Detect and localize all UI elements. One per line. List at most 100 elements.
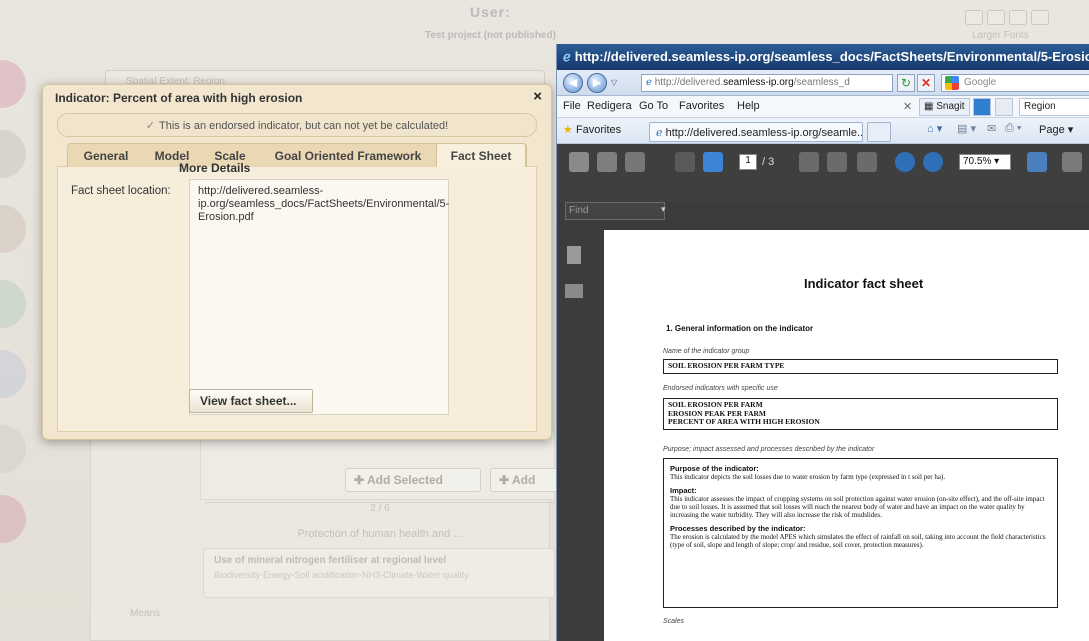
menu-edit[interactable]: Redigera <box>587 100 632 112</box>
address-input[interactable]: ℯ http://delivered.seamless-ip.org/seaml… <box>641 74 893 92</box>
menu-file[interactable]: File <box>563 100 581 112</box>
url-suffix: /seamless_d <box>793 77 850 88</box>
tab-general[interactable]: General <box>68 144 144 167</box>
page-menu[interactable]: Page ▾ <box>1039 123 1073 136</box>
browser-window: ℯ http://delivered.seamless-ip.org/seamle… <box>556 44 1089 641</box>
hand-tool-icon[interactable] <box>827 152 847 172</box>
feeds-icon[interactable]: ▤ ▾ <box>957 122 976 135</box>
ie-tab-icon: ℯ <box>656 127 663 139</box>
scales-label: Scales <box>663 618 685 625</box>
purpose-heading: Purpose of the indicator: <box>670 464 759 473</box>
pdf-sidebar <box>557 230 595 641</box>
means-label: Means <box>130 608 161 619</box>
pdf-section-title: 1. General information on the indicator <box>666 324 814 333</box>
more-details-heading: More Details <box>179 161 251 175</box>
project-label: Test project (not published) <box>425 30 556 41</box>
close-icon[interactable]: × <box>533 88 542 105</box>
page-count: / 3 <box>762 156 775 168</box>
grid-icon[interactable] <box>0 350 26 398</box>
zoom-select[interactable]: 70.5% ▾ <box>959 154 1011 170</box>
processes-text: The erosion is calculated by the model A… <box>670 533 1046 549</box>
zoom-out-icon[interactable] <box>895 152 915 172</box>
pdf-toolbar: 1 / 3 70.5% ▾ Find ▾ <box>557 144 1089 220</box>
pages-panel-icon[interactable] <box>567 246 581 264</box>
close-toolbar-icon[interactable]: ✕ <box>903 100 912 113</box>
thermometer-icon[interactable] <box>0 205 26 253</box>
favorites-label: Favorites <box>575 124 622 136</box>
section-header: Protection of human health and ... <box>297 528 463 540</box>
sign-icon[interactable] <box>1062 152 1082 172</box>
settings-icon[interactable] <box>1031 10 1049 25</box>
menu-goto[interactable]: Go To <box>639 100 668 112</box>
indicator-card[interactable]: Use of mineral nitrogen fertiliser at re… <box>203 548 555 598</box>
region-select[interactable]: Region <box>1019 98 1089 116</box>
page-number-input[interactable]: 1 <box>739 154 757 170</box>
search-input[interactable]: Google <box>941 74 1089 92</box>
name-value-box: SOIL EROSION PER FARM TYPE <box>663 359 1058 374</box>
stop-icon[interactable]: ✕ <box>917 74 935 92</box>
top-toolbar <box>965 10 1049 25</box>
browser-tab-label: http://delivered.seamless-ip.org/seamle.… <box>665 127 863 139</box>
layers-icon[interactable] <box>0 130 26 178</box>
new-tab-button[interactable] <box>867 122 891 142</box>
snagit-button[interactable]: ▦ Snagit <box>919 98 970 116</box>
pdf-page: Indicator fact sheet 1. General informat… <box>604 230 1089 641</box>
nav-circle-icon[interactable] <box>0 60 26 108</box>
home-icon[interactable] <box>965 10 983 25</box>
nav-circle-icon[interactable] <box>0 495 26 543</box>
history-dropdown-icon[interactable]: ▽ <box>611 78 617 87</box>
pdf-options-icon[interactable] <box>1027 152 1047 172</box>
processes-heading: Processes described by the indicator: <box>670 524 806 533</box>
calculator-icon[interactable] <box>0 280 26 328</box>
add-selected-button[interactable]: ✚ Add Selected <box>345 468 481 492</box>
next-page-icon[interactable] <box>703 152 723 172</box>
mail-icon[interactable]: ✉ <box>987 122 996 135</box>
zoom-tool-icon[interactable] <box>857 152 877 172</box>
indicator-dialog: Indicator: Percent of area with high ero… <box>42 84 552 440</box>
menu-bar: File Redigera Go To Favorites Help ✕ ▦ S… <box>557 96 1089 118</box>
endorsed-notice: ✓ This is an endorsed indicator, but can … <box>57 113 537 137</box>
home-icon[interactable]: ⌂ ▾ <box>927 122 942 135</box>
forward-icon[interactable]: ▶ <box>587 73 607 93</box>
pdf-print-icon[interactable] <box>569 152 589 172</box>
url-prefix: http://delivered. <box>654 77 724 88</box>
help-icon[interactable] <box>987 10 1005 25</box>
purpose-box: Purpose of the indicator: This indicator… <box>663 458 1058 608</box>
browser-tab[interactable]: ℯ http://delivered.seamless-ip.org/seaml… <box>649 122 863 142</box>
card-subtitle: Biodiversity-Energy-Soil acidification-N… <box>214 570 469 580</box>
back-icon[interactable]: ◀ <box>563 73 583 93</box>
zoom-in-icon[interactable] <box>923 152 943 172</box>
pagination: 2 / 6 <box>205 502 555 516</box>
favorites-button[interactable]: ★ Favorites <box>563 123 621 136</box>
user-label: User: <box>470 4 511 20</box>
view-fact-sheet-button[interactable]: View fact sheet... <box>189 389 313 413</box>
fact-sheet-location-field[interactable]: http://delivered.seamless-ip.org/seamles… <box>189 179 449 415</box>
ie-page-icon: ℯ <box>646 77 652 88</box>
tab-fact-sheet[interactable]: Fact Sheet <box>436 143 526 167</box>
add-selected-label: Add Selected <box>366 473 443 487</box>
endorsed-line: PERCENT OF AREA WITH HIGH EROSION <box>668 417 820 426</box>
url-domain: seamless-ip.org <box>723 77 794 88</box>
menu-favorites[interactable]: Favorites <box>679 100 724 112</box>
purpose-text: This indicator depicts the soil losses d… <box>670 473 946 481</box>
refresh-icon[interactable]: ↻ <box>897 74 915 92</box>
attachments-icon[interactable] <box>565 284 583 298</box>
select-tool-icon[interactable] <box>799 152 819 172</box>
pdf-save-icon[interactable] <box>597 152 617 172</box>
nav-circle-icon[interactable] <box>0 425 26 473</box>
download-icon[interactable] <box>1009 10 1027 25</box>
add-label: Add <box>511 473 536 487</box>
menu-help[interactable]: Help <box>737 100 760 112</box>
larger-fonts-toggle[interactable]: Larger Fonts <box>972 30 1029 41</box>
snagit-capture-icon[interactable] <box>973 98 991 116</box>
snagit-editor-icon[interactable] <box>995 98 1013 116</box>
dialog-tabs: General Model Scale Goal Oriented Framew… <box>67 143 527 167</box>
endorsed-text: This is an endorsed indicator, but can n… <box>158 120 449 132</box>
find-input[interactable]: Find <box>565 202 665 220</box>
find-dropdown-icon[interactable]: ▾ <box>661 204 666 215</box>
prev-page-icon[interactable] <box>675 152 695 172</box>
tab-goal-oriented-framework[interactable]: Goal Oriented Framework <box>260 144 436 167</box>
pdf-email-icon[interactable] <box>625 152 645 172</box>
impact-text: This indicator assesses the impact of cr… <box>670 495 1045 519</box>
print-icon[interactable]: ⎙ ▾ <box>1005 122 1021 135</box>
